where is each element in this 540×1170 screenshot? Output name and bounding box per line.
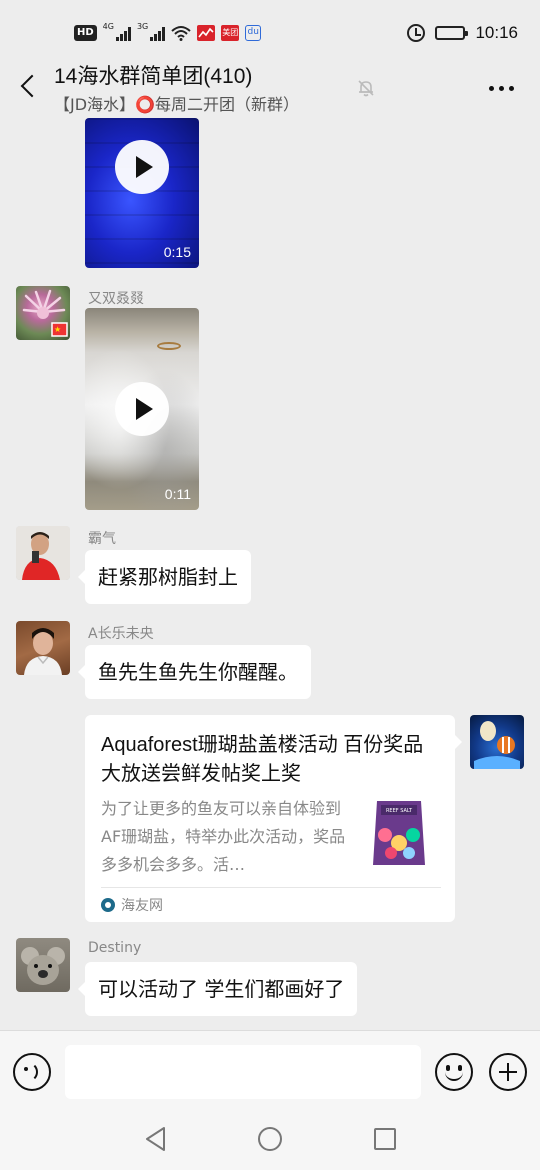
message-bubble[interactable]: 鱼先生鱼先生你醒醒。 (78, 645, 311, 699)
play-icon[interactable] (115, 382, 169, 436)
source-logo-icon (101, 898, 115, 912)
video-message[interactable]: 0:11 (85, 308, 199, 510)
input-bar (0, 1030, 540, 1110)
my-avatar[interactable] (470, 715, 524, 769)
link-card-description: 为了让更多的鱼友可以亲自体验到AF珊瑚盐，特举办此次活动，奖品多多机会多多。活… (101, 799, 346, 874)
stock-app-icon (197, 25, 216, 41)
status-icons-right: 10:16 (407, 22, 518, 44)
video-duration: 0:15 (163, 244, 191, 260)
wifi-icon (171, 26, 191, 41)
avatar[interactable] (16, 621, 70, 675)
avatar[interactable] (16, 938, 70, 992)
more-options-button[interactable] (486, 78, 516, 98)
video-message[interactable]: 0:15 (85, 118, 199, 268)
nav-home-icon[interactable] (258, 1127, 282, 1151)
meituan-app-icon: 美团 (221, 25, 240, 41)
avatar[interactable]: ★ (16, 286, 70, 340)
sender-name: Destiny (88, 940, 142, 956)
nav-back-icon[interactable] (144, 1126, 168, 1152)
svg-text:★: ★ (54, 325, 61, 334)
baidu-app-icon: du (245, 25, 262, 41)
thumbnail-label: REEF SALT (386, 808, 413, 814)
hd-icon: HD (74, 25, 97, 41)
back-button[interactable] (14, 70, 44, 104)
ring-object (157, 342, 181, 350)
link-card-title: Aquaforest珊瑚盐盖楼活动 百份奖品大放送尝鲜发帖奖上奖 (101, 734, 424, 785)
message-bubble[interactable]: 可以活动了 学生们都画好了 (77, 962, 358, 1016)
signal-2-icon: 3G (137, 22, 166, 41)
sender-name: 霸气 (88, 531, 116, 547)
link-card[interactable]: Aquaforest珊瑚盐盖楼活动 百份奖品大放送尝鲜发帖奖上奖 为了让更多的鱼… (85, 715, 462, 922)
sim2-network-label: 3G (136, 22, 149, 31)
chat-messages[interactable]: 0:15 ★ 又双叒叕 0:11 霸气 赶紧那树脂封上 A长乐未央 鱼先生鱼先生… (0, 118, 540, 1030)
nav-recents-icon[interactable] (374, 1128, 396, 1150)
sender-name: 又双叒叕 (88, 291, 144, 307)
status-icons-left: HD 4G 3G 美团 du (74, 22, 262, 44)
clock: 10:16 (475, 23, 518, 42)
battery-icon (435, 26, 469, 40)
signal-1-icon: 4G (103, 22, 131, 41)
mute-bell-icon (358, 80, 374, 97)
voice-input-button[interactable] (13, 1053, 51, 1091)
sim1-network-label: 4G (102, 22, 114, 31)
link-card-source: 海友网 (101, 895, 163, 915)
sender-name: A长乐未央 (88, 626, 154, 642)
product-thumbnail: REEF SALT (367, 795, 431, 871)
system-nav-bar (0, 1110, 540, 1170)
play-icon[interactable] (115, 140, 169, 194)
chat-header: 14海水群简单团(410) 【JD海水】⭕每周二开团（新群） (0, 56, 540, 118)
emoji-button[interactable] (435, 1053, 473, 1091)
more-actions-button[interactable] (489, 1053, 527, 1091)
message-bubble[interactable]: 赶紧那树脂封上 (78, 550, 251, 604)
card-divider (101, 887, 441, 888)
source-name: 海友网 (121, 898, 163, 914)
avatar[interactable] (16, 526, 70, 580)
video-duration: 0:11 (164, 486, 191, 502)
message-input[interactable] (65, 1045, 421, 1099)
chat-subtitle: 【JD海水】⭕每周二开团（新群） (54, 95, 299, 114)
alarm-icon (407, 24, 426, 42)
chat-title: 14海水群简单团(410) (54, 65, 253, 88)
